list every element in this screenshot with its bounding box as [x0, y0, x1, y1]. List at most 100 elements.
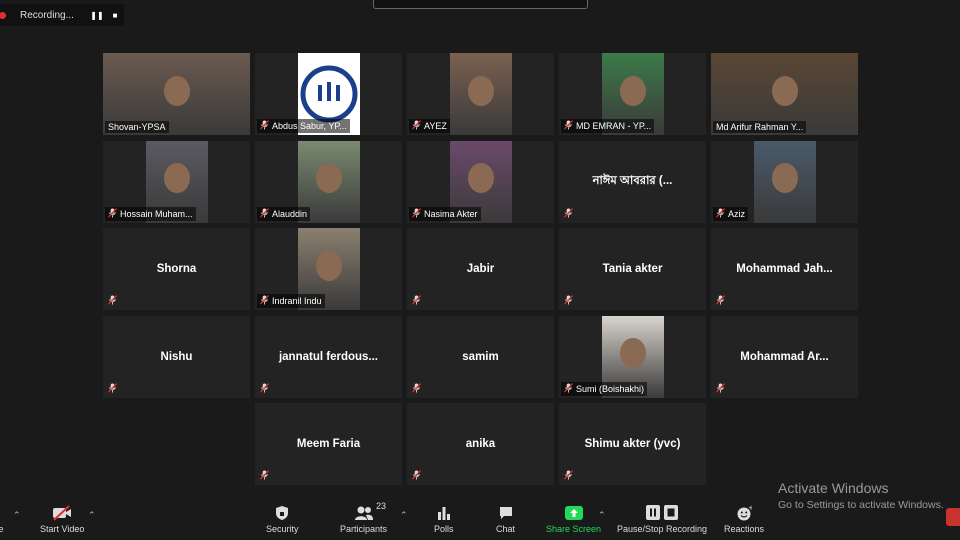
share-options-caret-icon[interactable]: ⌃ — [598, 510, 606, 521]
participant-tile[interactable]: Alauddin — [255, 140, 402, 223]
participant-tile[interactable]: Indranil Indu — [255, 228, 402, 310]
participant-name: samim — [462, 350, 499, 363]
participant-label-text: AYEZ — [424, 121, 447, 131]
video-off-icon — [52, 504, 72, 522]
participant-tile[interactable]: Meem Faria — [255, 403, 402, 485]
chat-button[interactable]: Chat — [496, 504, 515, 534]
participant-label-text: Nasima Akter — [424, 208, 478, 219]
muted-mic-icon — [412, 295, 421, 307]
participant-silhouette — [771, 75, 798, 106]
muted-mic-icon — [716, 207, 725, 220]
participant-tile[interactable]: samim — [407, 315, 554, 398]
muted-mic-icon — [260, 120, 269, 132]
audio-options-caret-icon[interactable]: ⌃ — [13, 510, 21, 521]
muted-mic-icon — [716, 382, 725, 395]
share-screen-label: Share Screen — [546, 524, 602, 534]
participant-label-text: Indranil Indu — [272, 296, 322, 306]
participant-label: Md Arifur Rahman Y... — [713, 121, 807, 133]
muted-mic-icon — [260, 295, 269, 307]
participant-tile[interactable]: নাঈম আবরার (... — [559, 140, 706, 223]
participant-name: Nishu — [160, 350, 193, 363]
participant-label-text: Aziz — [728, 208, 746, 219]
side-notification-tab[interactable] — [946, 508, 960, 526]
participant-silhouette — [316, 163, 342, 194]
participant-tile[interactable]: Jabir — [407, 228, 554, 310]
participant-name: নাঈম আবরার (... — [592, 175, 673, 187]
participant-tile[interactable]: Aziz — [711, 140, 858, 223]
start-video-label: Start Video — [40, 524, 85, 534]
muted-mic-icon — [412, 470, 421, 482]
participant-silhouette — [163, 75, 190, 106]
reactions-button[interactable]: + Reactions — [724, 504, 764, 534]
polls-button[interactable]: Polls — [434, 504, 454, 534]
participant-label-text: Alauddin — [272, 208, 308, 219]
participant-tile[interactable]: Abdus Sabur, YP... — [255, 53, 402, 135]
participant-tile[interactable]: MD EMRAN - YP... — [559, 53, 706, 135]
participant-tile[interactable]: Shovan-YPSA — [103, 53, 250, 135]
participant-tile[interactable]: Md Arifur Rahman Y... — [711, 53, 858, 135]
participant-tile[interactable]: Mohammad Ar... — [711, 315, 858, 398]
top-view-control[interactable] — [373, 0, 588, 9]
recording-label: Recording... — [20, 9, 74, 21]
participant-name: Mohammad Jah... — [736, 263, 833, 275]
participant-tile[interactable]: jannatul ferdous... — [255, 315, 402, 398]
participant-tile[interactable]: Shorna — [103, 228, 250, 310]
participant-label-text: Hossain Muham... — [120, 208, 193, 219]
reactions-icon: + — [736, 504, 752, 522]
start-video-button[interactable]: Start Video — [40, 504, 84, 534]
participant-silhouette — [620, 338, 646, 369]
participant-name: Shorna — [156, 263, 197, 275]
security-button[interactable]: Security — [266, 504, 299, 534]
stop-icon[interactable]: ■ — [106, 11, 124, 20]
participant-tile[interactable]: Nasima Akter — [407, 140, 554, 223]
pause-stop-recording-button[interactable]: Pause/Stop Recording — [617, 504, 707, 534]
participant-name: Shimu akter (yvc) — [584, 438, 681, 450]
participant-silhouette — [468, 163, 494, 194]
participant-label: Indranil Indu — [257, 294, 325, 308]
share-screen-button[interactable]: Share Screen — [546, 504, 601, 534]
participant-tile[interactable]: Sumi (Boishakhi) — [559, 315, 706, 398]
watermark-subtitle: Go to Settings to activate Windows. — [778, 499, 944, 511]
muted-mic-icon — [260, 207, 269, 220]
participants-label: Participants — [340, 524, 388, 534]
chat-icon — [498, 504, 514, 522]
participant-tile[interactable]: Mohammad Jah... — [711, 228, 858, 310]
participant-tile[interactable]: Nishu — [103, 315, 250, 398]
participant-tile[interactable]: AYEZ — [407, 53, 554, 135]
participant-label: Nasima Akter — [409, 206, 481, 221]
participant-tile[interactable]: Shimu akter (yvc) — [559, 403, 706, 485]
participant-tile[interactable]: Hossain Muham... — [103, 140, 250, 223]
video-options-caret-icon[interactable]: ⌃ — [88, 510, 96, 521]
reactions-label: Reactions — [724, 524, 765, 534]
muted-mic-icon — [564, 382, 573, 395]
participant-label-text: Md Arifur Rahman Y... — [716, 122, 804, 132]
participant-silhouette — [772, 163, 798, 194]
mute-button[interactable]: te — [0, 504, 4, 534]
muted-mic-icon — [564, 120, 573, 132]
participant-label-text: Abdus Sabur, YP... — [272, 121, 347, 131]
muted-mic-icon — [564, 295, 573, 307]
participants-caret-icon[interactable]: ⌃ — [400, 510, 408, 521]
muted-mic-icon — [412, 120, 421, 132]
participant-label — [409, 469, 424, 483]
participant-label-text: Sumi (Boishakhi) — [576, 383, 645, 394]
participant-tile[interactable]: Tania akter — [559, 228, 706, 310]
participant-label: Aziz — [713, 206, 749, 221]
participant-label: Alauddin — [257, 206, 311, 221]
muted-mic-icon — [564, 207, 573, 220]
muted-mic-icon — [260, 470, 269, 482]
recording-dot-icon — [0, 11, 6, 19]
participant-silhouette — [316, 250, 342, 281]
participant-label — [409, 294, 424, 308]
participant-tile[interactable]: anika — [407, 403, 554, 485]
participant-label — [561, 469, 576, 483]
participant-name: Meem Faria — [296, 438, 361, 450]
participant-name: Tania akter — [602, 263, 663, 275]
polls-label: Polls — [434, 524, 454, 534]
participant-label: MD EMRAN - YP... — [561, 119, 655, 133]
muted-mic-icon — [564, 470, 573, 482]
participants-icon — [354, 504, 374, 522]
participant-silhouette — [468, 75, 494, 106]
pause-icon[interactable]: ❚❚ — [88, 11, 106, 20]
participant-video — [450, 53, 512, 135]
